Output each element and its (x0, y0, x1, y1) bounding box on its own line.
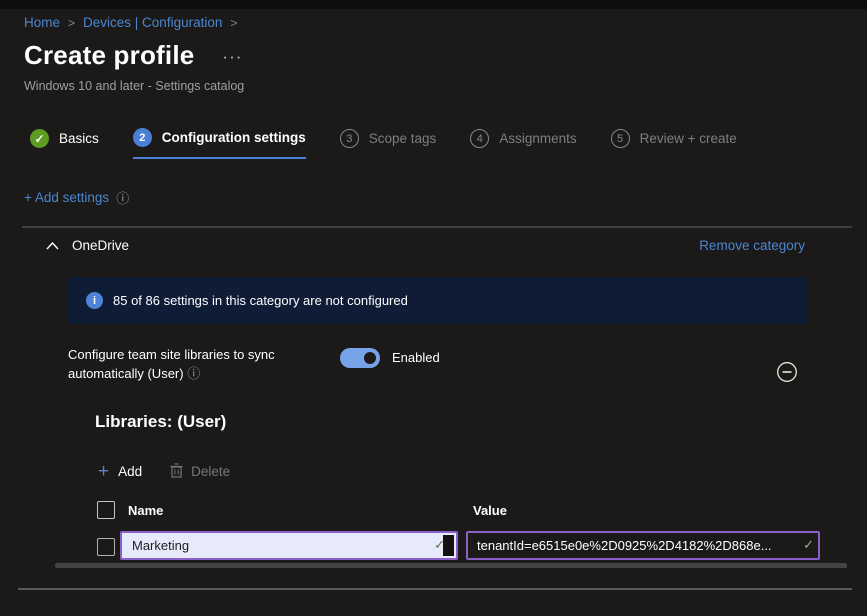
section-divider (22, 226, 852, 228)
info-icon[interactable]: ⓘ (187, 366, 200, 381)
select-all-checkbox[interactable] (97, 501, 115, 519)
info-icon: i (86, 292, 103, 309)
breadcrumb-home[interactable]: Home (24, 15, 60, 30)
horizontal-scrollbar[interactable] (55, 563, 847, 568)
libraries-table-header: Name Value (97, 500, 820, 522)
tab-basics[interactable]: ✓ Basics (30, 128, 99, 159)
window-top-edge (0, 0, 867, 9)
column-header-name: Name (128, 503, 163, 518)
tab-label: Basics (59, 131, 99, 146)
minus-circle-icon[interactable] (776, 361, 798, 383)
setting-label-text: Configure team site libraries to sync au… (68, 347, 275, 381)
section-divider (18, 588, 852, 590)
add-row-label: Add (118, 464, 142, 479)
step-number-badge: 5 (611, 129, 630, 148)
add-row-button[interactable]: + Add (98, 462, 142, 481)
tab-label: Scope tags (369, 131, 437, 146)
info-icon[interactable]: ⓘ (116, 188, 129, 207)
page-subtitle: Windows 10 and later - Settings catalog (24, 79, 244, 93)
combo-dropdown-bar[interactable] (443, 535, 454, 556)
tab-label: Configuration settings (162, 130, 306, 145)
tab-review-create[interactable]: 5 Review + create (611, 128, 737, 159)
delete-row-button[interactable]: Delete (170, 463, 230, 481)
toggle-knob (364, 352, 376, 364)
chevron-right-icon: > (230, 16, 237, 30)
column-header-value: Value (473, 503, 507, 518)
more-menu-icon[interactable]: ··· (222, 48, 242, 71)
add-settings-button[interactable]: + Add settings ⓘ (24, 188, 129, 207)
remove-category-link[interactable]: Remove category (699, 238, 805, 253)
toggle-state-label: Enabled (392, 350, 440, 365)
check-icon: ✓ (30, 129, 49, 148)
tab-assignments[interactable]: 4 Assignments (470, 128, 576, 159)
category-name: OneDrive (72, 238, 129, 253)
library-value-input[interactable] (466, 531, 820, 560)
libraries-heading: Libraries: (User) (95, 412, 226, 432)
setting-label: Configure team site libraries to sync au… (68, 345, 340, 383)
chevron-right-icon: > (68, 16, 75, 30)
library-name-input[interactable] (120, 531, 458, 560)
create-profile-page: Home > Devices | Configuration > Create … (0, 0, 867, 616)
breadcrumb-devices-configuration[interactable]: Devices | Configuration (83, 15, 222, 30)
trash-icon (170, 463, 183, 481)
page-title: Create profile (24, 40, 194, 71)
libraries-toolbar: + Add Delete (98, 462, 230, 481)
tab-scope-tags[interactable]: 3 Scope tags (340, 128, 437, 159)
wizard-steps: ✓ Basics 2 Configuration settings 3 Scop… (30, 128, 737, 159)
category-header: OneDrive Remove category (46, 238, 805, 253)
setting-row: Configure team site libraries to sync au… (68, 345, 798, 383)
step-number-badge: 4 (470, 129, 489, 148)
setting-toggle[interactable] (340, 348, 380, 368)
step-number-badge: 3 (340, 129, 359, 148)
step-number-badge: 2 (133, 128, 152, 147)
breadcrumb: Home > Devices | Configuration > (24, 15, 237, 30)
tab-configuration-settings[interactable]: 2 Configuration settings (133, 128, 306, 159)
row-checkbox[interactable] (97, 538, 115, 556)
tab-label: Review + create (640, 131, 737, 146)
delete-row-label: Delete (191, 464, 230, 479)
plus-icon: + (98, 462, 109, 481)
info-banner: i 85 of 86 settings in this category are… (68, 277, 807, 324)
table-row: ✓ ✓ (97, 531, 820, 560)
add-settings-label: + Add settings (24, 190, 109, 205)
banner-text: 85 of 86 settings in this category are n… (113, 293, 408, 308)
chevron-up-icon[interactable] (46, 242, 59, 250)
tab-label: Assignments (499, 131, 576, 146)
